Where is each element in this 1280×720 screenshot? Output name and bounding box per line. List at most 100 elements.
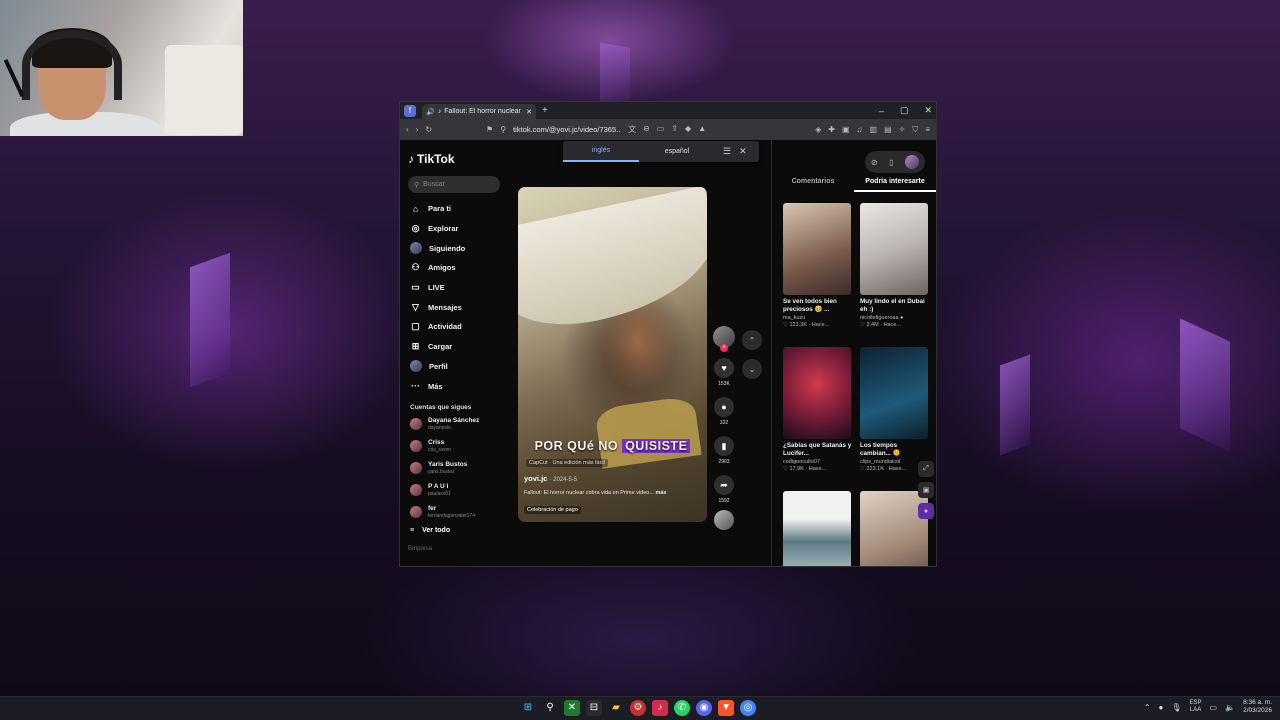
translate-close-icon[interactable]: ✕ xyxy=(739,146,747,157)
app-icon[interactable]: ♪ xyxy=(652,700,668,716)
nav-item-mensajes[interactable]: ▽ Mensajes xyxy=(408,297,508,317)
sidebar-toggle-icon[interactable]: ▥ xyxy=(870,125,878,135)
leo-icon[interactable]: ✧ xyxy=(899,125,906,135)
bookmark-icon[interactable]: ⚑ xyxy=(486,125,493,134)
search-input[interactable]: ⚲ Buscar xyxy=(408,176,500,193)
coins-icon[interactable]: ⊘ xyxy=(871,158,878,167)
nav-item-perfil[interactable]: Perfil xyxy=(408,357,508,377)
menu-icon[interactable]: ≡ xyxy=(925,125,930,135)
microphone-icon[interactable]: 🎙 xyxy=(1171,703,1181,712)
translate-target-lang[interactable]: español xyxy=(639,142,715,161)
video-thumbnail[interactable] xyxy=(860,203,928,295)
creator-avatar[interactable]: + xyxy=(713,326,735,352)
url-field[interactable]: tiktok.com/@yovi.jc/video/7365... xyxy=(513,125,621,134)
tab-comments[interactable]: Comentarios xyxy=(772,178,854,192)
minimize-button[interactable]: – xyxy=(879,106,884,116)
new-tab-button[interactable]: + xyxy=(542,105,548,116)
windows-start-icon[interactable]: ⊞ xyxy=(520,700,536,716)
more-link[interactable]: más xyxy=(655,490,666,496)
suggested-video-card[interactable]: ¿Sabías que Satanás y Lucifer... codigoo… xyxy=(783,347,852,491)
search-icon[interactable]: ⚲ xyxy=(542,700,558,716)
browser-tab[interactable]: 🔊 ♪ Fallout: El horror nuclear cobra ✕ xyxy=(422,104,536,119)
save-button[interactable]: ▮ xyxy=(714,436,734,456)
reload-icon[interactable]: ↻ xyxy=(425,125,432,134)
discord-icon[interactable]: ◉ xyxy=(696,700,712,716)
monitor-icon[interactable]: ▭ xyxy=(1210,703,1218,712)
whatsapp-icon[interactable]: ✆ xyxy=(674,700,690,716)
card-user[interactable]: ma_kuzu xyxy=(783,315,852,321)
video-author[interactable]: yovi.jc · 2024-5-5 xyxy=(524,474,577,483)
next-video-button[interactable]: ⌄ xyxy=(742,359,762,379)
shield-icon[interactable]: ⛉ xyxy=(912,125,918,135)
suggested-video-card[interactable]: Muy lindo el en Dubai eh :) nicollefigue… xyxy=(860,203,929,347)
brave-shields-icon[interactable]: ◆ xyxy=(685,124,691,135)
wallet-icon[interactable]: ▤ xyxy=(884,125,892,135)
following-account[interactable]: P A U Ipaulaxx01 xyxy=(408,482,508,499)
video-player[interactable]: POR QUé NO QUISISTE CapCut · Una edición… xyxy=(518,187,707,522)
nav-item-mas[interactable]: ··· Más xyxy=(408,376,508,396)
chat-icon[interactable]: ● xyxy=(918,503,934,519)
video-thumbnail[interactable] xyxy=(783,203,851,295)
capcut-tag[interactable]: CapCut · Una edición más fácil xyxy=(526,459,608,467)
widget-icon[interactable]: ⊟ xyxy=(586,700,602,716)
chevron-up-icon[interactable]: ⌃ xyxy=(1144,703,1151,712)
forward-icon[interactable]: › xyxy=(416,125,419,134)
see-all-link[interactable]: ≡ Ver todo xyxy=(408,527,508,534)
volume-icon[interactable]: 🔈 xyxy=(1225,703,1235,712)
video-thumbnail[interactable] xyxy=(783,347,851,439)
mini-player-icon[interactable]: ▣ xyxy=(918,482,934,498)
app-icon[interactable]: ⚙ xyxy=(630,700,646,716)
suggested-video-card[interactable]: Se ven todos bien preciosos 🥹 ... ma_kuz… xyxy=(783,203,852,347)
nav-item-actividad[interactable]: ▢ Actividad xyxy=(408,317,508,337)
translate-menu-icon[interactable]: ☰ xyxy=(723,146,731,157)
share-icon[interactable]: ⇪ xyxy=(671,124,678,135)
translate-source-lang[interactable]: inglés xyxy=(563,141,639,162)
previous-video-button[interactable]: ⌃ xyxy=(742,330,762,350)
video-thumbnail[interactable] xyxy=(783,491,851,566)
input-language[interactable]: ESP LAA xyxy=(1190,700,1202,714)
rewards-icon[interactable]: ▲ xyxy=(698,124,706,135)
nav-item-para-ti[interactable]: ⌂ Para ti xyxy=(408,199,508,219)
close-window-button[interactable]: ✕ xyxy=(924,105,932,116)
nav-item-explorar[interactable]: ◎ Explorar xyxy=(408,219,508,239)
avatar[interactable] xyxy=(905,155,920,169)
expand-icon[interactable]: ⤢ xyxy=(918,461,934,477)
chrome-icon[interactable]: ◎ xyxy=(740,700,756,716)
tiktok-logo[interactable]: ♪ TikTok xyxy=(408,152,508,166)
follow-plus-icon[interactable]: + xyxy=(720,344,728,352)
zoom-icon[interactable]: ⊖ xyxy=(643,124,650,135)
like-button[interactable]: ♥ xyxy=(714,358,734,378)
vpn-icon[interactable]: ◈ xyxy=(815,125,821,135)
xbox-icon[interactable]: ✕ xyxy=(564,700,580,716)
nav-item-amigos[interactable]: ⚇ Amigos xyxy=(408,258,508,278)
following-account[interactable]: fer fernandagonzalet174 xyxy=(408,504,508,521)
nav-item-live[interactable]: ▭ LIVE xyxy=(408,278,508,298)
site-info-icon[interactable]: ⚲ xyxy=(500,125,506,134)
clock[interactable]: 8:36 a. m. 2/03/2026 xyxy=(1243,699,1272,715)
tray-app-icon[interactable]: ● xyxy=(1159,703,1164,712)
cast-icon[interactable]: ▭ xyxy=(657,124,665,135)
tab-interest[interactable]: Podría interesarte xyxy=(854,178,936,192)
reader-icon[interactable]: ▣ xyxy=(842,125,850,135)
following-account[interactable]: Yaris Bustos yaris.bustos xyxy=(408,460,508,477)
music-icon[interactable]: ♫ xyxy=(857,125,863,135)
translate-icon[interactable]: 文 xyxy=(628,124,636,135)
sound-avatar[interactable] xyxy=(714,510,734,530)
close-tab-icon[interactable]: ✕ xyxy=(526,108,532,116)
card-user[interactable]: codigooculto07 xyxy=(783,459,852,465)
extension-icon[interactable]: ✚ xyxy=(828,125,835,135)
nav-item-cargar[interactable]: ⊞ Cargar xyxy=(408,337,508,357)
nav-item-siguiendo[interactable]: Siguiendo xyxy=(408,238,508,258)
video-thumbnail[interactable] xyxy=(860,347,928,439)
device-icon[interactable]: ▯ xyxy=(889,158,893,167)
share-button[interactable]: ➦ xyxy=(714,475,734,495)
back-icon[interactable]: ‹ xyxy=(406,125,409,134)
following-account[interactable]: Criss cris_raven xyxy=(408,438,508,455)
suggested-video-card[interactable] xyxy=(783,491,852,566)
card-user[interactable]: nicollefigueroaa ● xyxy=(860,315,929,321)
browser-profile-icon[interactable]: f xyxy=(404,104,416,117)
brave-browser-icon[interactable]: ▼ xyxy=(718,700,734,716)
comment-button[interactable]: ● xyxy=(714,397,734,417)
following-account[interactable]: Dayana Sánchez dayaneslo xyxy=(408,416,508,433)
maximize-button[interactable]: ▢ xyxy=(900,105,909,116)
